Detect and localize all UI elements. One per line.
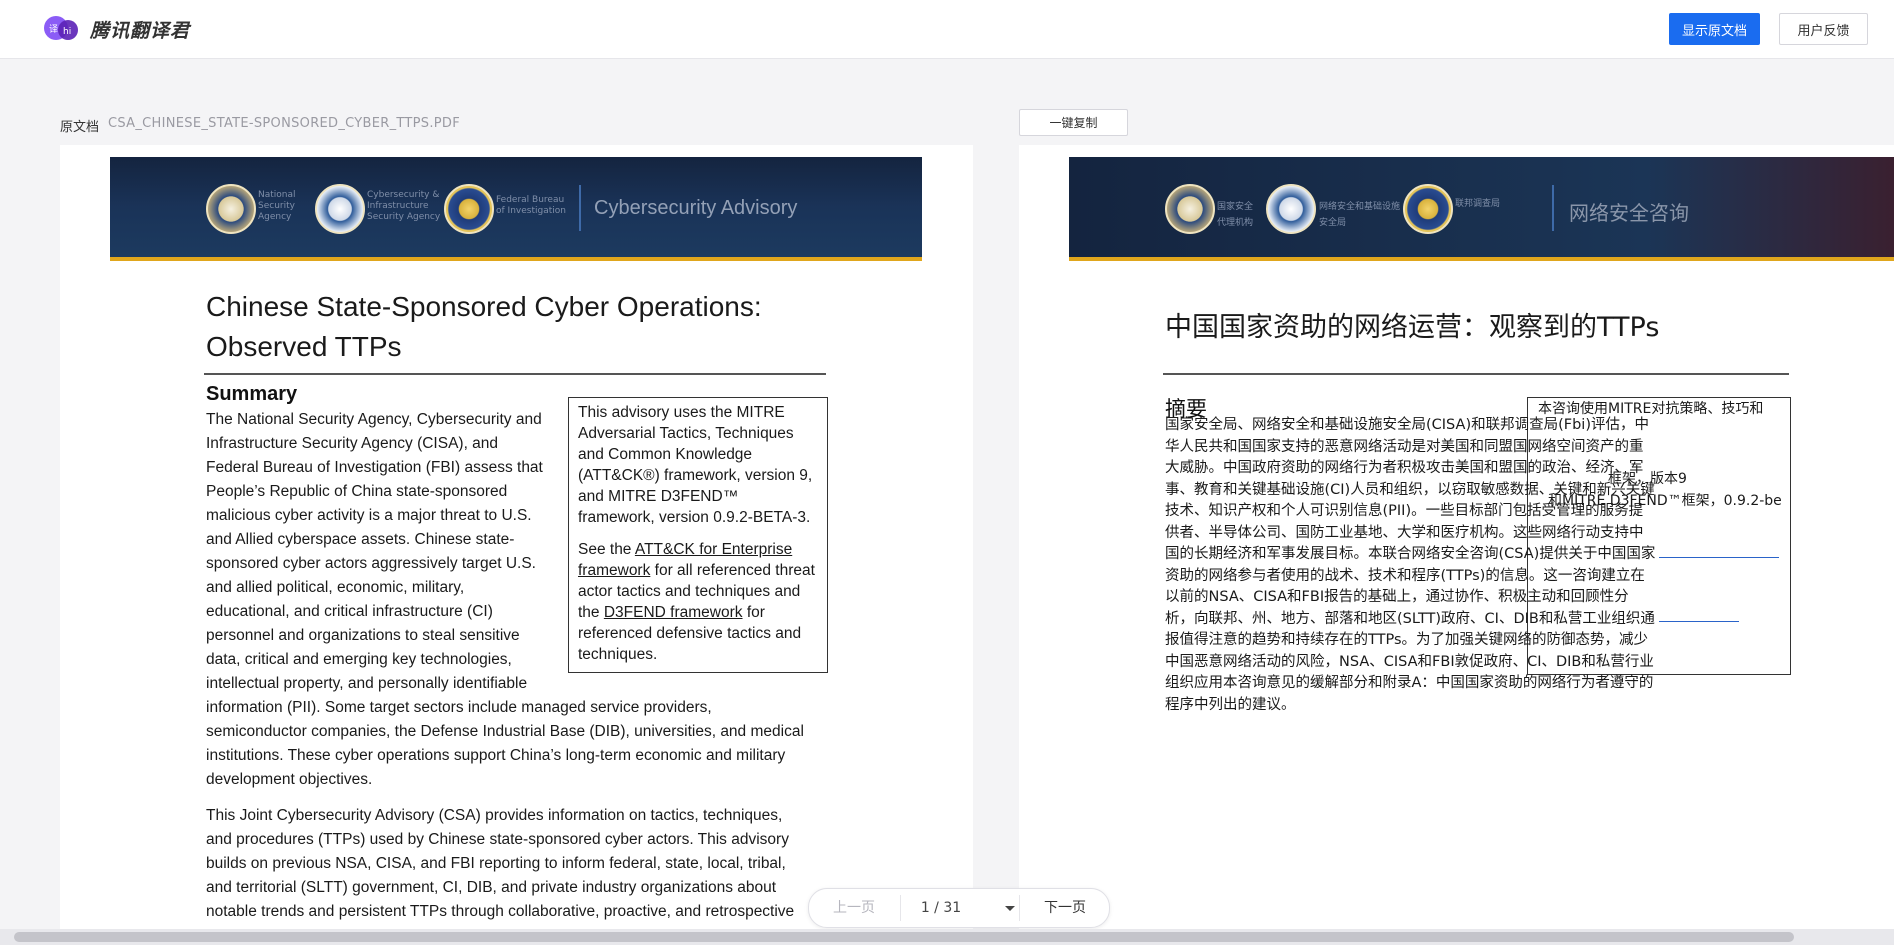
summary-paragraph-2: This Joint Cybersecurity Advisory (CSA) … bbox=[206, 804, 794, 924]
reference-text-pre: See the bbox=[578, 541, 635, 558]
link-underline bbox=[1659, 557, 1779, 558]
file-name: CSA_CHINESE_STATE-SPONSORED_CYBER_TTPS.P… bbox=[108, 116, 461, 131]
text-line: semiconductor companies, the Defense Ind… bbox=[206, 723, 804, 740]
text-line: intellectual property, and personally id… bbox=[206, 675, 528, 692]
chevron-down-icon[interactable] bbox=[1005, 906, 1015, 911]
title-divider bbox=[204, 373, 826, 375]
page-indicator[interactable]: 1 / 31 bbox=[901, 889, 981, 927]
text-line: This Joint Cybersecurity Advisory (CSA) … bbox=[206, 807, 783, 824]
tencent-translator-logo-icon[interactable]: 译 hi bbox=[42, 13, 80, 45]
horizontal-scrollbar[interactable] bbox=[0, 929, 1894, 945]
banner-agency-nsa: National Security Agency bbox=[258, 190, 296, 222]
banner-divider bbox=[579, 185, 581, 231]
text-line: 组织应用本咨询意见的缓解部分和附录A：中国国家资助的网络行为者遵守的 bbox=[1165, 675, 1654, 691]
app-title: 腾讯翻译君 bbox=[90, 20, 191, 42]
title-divider bbox=[1163, 373, 1789, 375]
banner-agency-cisa: Cybersecurity & Infrastructure Security … bbox=[367, 190, 441, 222]
translated-summary-paragraph: 国家安全局、网络安全和基础设施安全局(CISA)和联邦调查局(Fbi)评估，中 … bbox=[1165, 415, 1705, 716]
text-line: institutions. These cyber operations sup… bbox=[206, 747, 786, 764]
banner-divider bbox=[1552, 185, 1554, 231]
text-line: 供者、半导体公司、国防工业基地、大学和医疗机构。这些网络行动支持中 bbox=[1165, 524, 1644, 541]
translated-advisory-banner: 国家安全 代理机构 网络安全和基础设施 安全局 联邦调查局 网络安全咨询 bbox=[1069, 157, 1894, 261]
translated-document-panel[interactable]: 国家安全 代理机构 网络安全和基础设施 安全局 联邦调查局 网络安全咨询 中国国… bbox=[1019, 145, 1894, 937]
banner-agency-fbi: 联邦调查局 bbox=[1455, 199, 1501, 209]
previous-page-button[interactable]: 上一页 bbox=[809, 889, 899, 927]
user-feedback-button[interactable]: 用户反馈 bbox=[1779, 13, 1868, 45]
text-line: 程序中列出的建议。 bbox=[1165, 696, 1296, 713]
text-line: development objectives. bbox=[206, 771, 373, 788]
text-line: 国的长期经济和军事发展目标。本联合网络安全咨询(CSA)提供关于中国国家 bbox=[1165, 546, 1656, 562]
svg-text:hi: hi bbox=[63, 27, 71, 37]
text-line: 以前的NSA、CISA和FBI报告的基础上，通过协作、积极主动和回顾性分 bbox=[1165, 589, 1629, 605]
text-line: 事、教育和关键基础设施(CI)人员和组织，以窃取敏感数据、关键和新兴关键 bbox=[1165, 481, 1655, 498]
scrollbar-thumb[interactable] bbox=[14, 932, 1794, 942]
page-navigator: 上一页 1 / 31 下一页 bbox=[808, 888, 1110, 928]
cisa-seal-icon bbox=[1266, 184, 1316, 234]
text-line: information (PII). Some target sectors i… bbox=[206, 699, 712, 716]
text-line: 中国恶意网络活动的风险，NSA、CISA和FBI敦促政府、CI、DIB和私营行业 bbox=[1165, 653, 1654, 670]
text-line: 技术、知识产权和个人可识别信息(PII)。一些目标部门包括受管理的服务提 bbox=[1165, 503, 1644, 519]
text-line: and territorial (SLTT) government, CI, D… bbox=[206, 879, 777, 896]
original-document-panel[interactable]: National Security Agency Cybersecurity &… bbox=[60, 145, 973, 937]
fbi-seal-icon bbox=[1403, 184, 1453, 234]
banner-agency-nsa: 国家安全 代理机构 bbox=[1217, 202, 1254, 228]
text-line: notable trends and persistent TTPs throu… bbox=[206, 903, 795, 920]
text-line: 华人民共和国国家支持的恶意网络活动是对美国和同盟国网络空间资产的重 bbox=[1165, 438, 1644, 455]
text-line: 析，向联邦、州、地方、部落和地区(SLTT)政府、CI、DIB和私营工业组织通 bbox=[1165, 610, 1655, 627]
framework-info-text: This advisory uses the MITRE Adversarial… bbox=[578, 404, 813, 526]
text-line: 国家安全局、网络安全和基础设施安全局(CISA)和联邦调查局(Fbi)评估，中 bbox=[1165, 417, 1649, 433]
banner-title: Cybersecurity Advisory bbox=[594, 197, 798, 219]
fbi-seal-icon bbox=[444, 184, 494, 234]
nsa-seal-icon bbox=[1165, 184, 1215, 234]
text-line: 报值得注意的趋势和持续存在的TTPs。为了加强关键网络的防御态势，减少 bbox=[1165, 632, 1649, 648]
show-original-document-button[interactable]: 显示原文档 bbox=[1669, 13, 1760, 45]
cisa-seal-icon bbox=[315, 184, 365, 234]
svg-text:译: 译 bbox=[49, 24, 58, 35]
link-underline bbox=[1659, 621, 1739, 622]
translated-document-title: 中国国家资助的网络运营：观察到的TTPs bbox=[1165, 312, 1660, 343]
d3fend-framework-link[interactable]: D3FEND framework bbox=[604, 604, 743, 621]
summary-heading: Summary bbox=[206, 383, 298, 405]
copy-all-button[interactable]: 一键复制 bbox=[1019, 109, 1128, 136]
banner-agency-fbi: Federal Bureau of Investigation bbox=[496, 195, 566, 216]
banner-title: 网络安全咨询 bbox=[1569, 203, 1689, 225]
framework-info-box: This advisory uses the MITRE Adversarial… bbox=[568, 397, 828, 673]
banner-agency-cisa: 网络安全和基础设施 安全局 bbox=[1319, 202, 1401, 228]
nsa-seal-icon bbox=[206, 184, 256, 234]
text-line: and procedures (TTPs) used by Chinese st… bbox=[206, 831, 789, 848]
top-bar: 译 hi 腾讯翻译君 显示原文档 用户反馈 bbox=[0, 0, 1894, 59]
text-line: builds on previous NSA, CISA, and FBI re… bbox=[206, 855, 786, 872]
original-document-label: 原文档 bbox=[60, 120, 100, 135]
next-page-button[interactable]: 下一页 bbox=[1021, 889, 1109, 927]
text-line: 大威胁。中国政府资助的网络行为者积极攻击美国和盟国的政治、经济、军 bbox=[1165, 460, 1644, 476]
text-line: 资助的网络参与者使用的战术、技术和程序(TTPs)的信息。这一咨询建立在 bbox=[1165, 567, 1645, 584]
advisory-banner: National Security Agency Cybersecurity &… bbox=[110, 157, 922, 261]
document-title: Chinese State-Sponsored Cyber Operations… bbox=[206, 291, 762, 362]
framework-reference-text: See the ATT&CK for Enterprise framework … bbox=[578, 539, 818, 665]
pager-divider bbox=[1019, 895, 1020, 921]
